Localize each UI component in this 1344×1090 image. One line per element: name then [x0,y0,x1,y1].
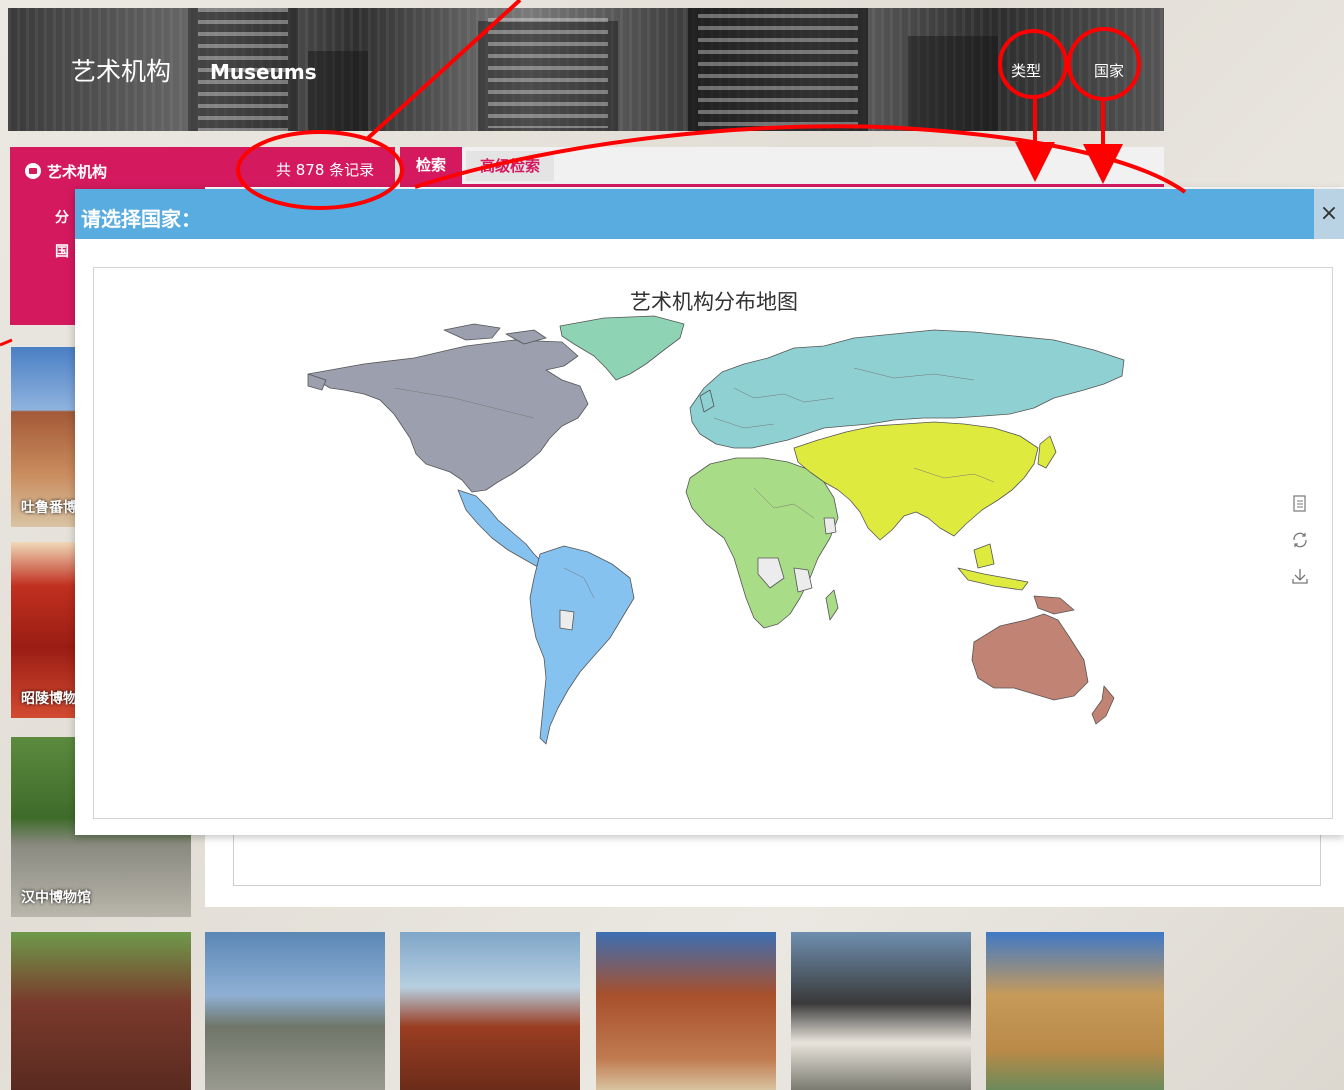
museum-thumbnail[interactable] [791,932,971,1090]
country-select-dialog: 请选择国家： × 艺术机构分布地图 [75,189,1344,835]
save-image-icon[interactable] [1290,567,1310,587]
map-region-new-guinea[interactable] [1033,595,1075,615]
map-region-greenland[interactable] [559,315,685,381]
map-region-se-asia-islands[interactable] [957,543,1029,591]
close-button[interactable]: × [1314,189,1344,239]
map-region-central-america[interactable] [457,489,543,567]
museum-name: 汉中博物馆 [21,890,91,906]
map-region-north-america[interactable] [307,339,589,493]
nav-country-link[interactable]: 国家 [1094,60,1124,81]
site-subtitle[interactable]: Museums [210,60,317,84]
map-toolbox [1290,495,1310,603]
category-panel-title: 艺术机构 [25,161,107,182]
data-view-icon[interactable] [1290,495,1310,515]
museum-thumbnail[interactable] [205,932,385,1090]
map-region-canada-islands[interactable] [443,323,547,345]
tab-search[interactable]: 检索 [400,147,462,184]
museum-icon [25,163,41,179]
map-region-japan[interactable] [1037,435,1057,469]
record-count: 共 878 条记录 [276,161,375,179]
search-tabs: 检索 高级检索 [400,147,1164,187]
site-title[interactable]: 艺术机构 [71,52,171,88]
museum-thumbnail[interactable] [400,932,580,1090]
category-title-text: 艺术机构 [47,163,108,181]
museum-name: 昭陵博物 [21,691,77,707]
map-region-new-zealand[interactable] [1091,685,1115,725]
dialog-header: 请选择国家： [75,189,1314,239]
map-region-australia[interactable] [971,613,1089,701]
filter-label-category: 分 [55,210,69,226]
map-region-africa[interactable] [685,457,839,629]
restore-icon[interactable] [1290,531,1310,551]
filter-label-country: 国 [55,244,69,260]
map-region-madagascar[interactable] [825,589,839,621]
museum-name: 吐鲁番博 [21,500,77,516]
dialog-title: 请选择国家： [81,207,201,231]
map-region-south-america[interactable] [529,545,635,745]
world-map [307,315,1125,745]
map-frame: 艺术机构分布地图 [93,267,1333,819]
museum-thumbnail[interactable] [11,932,191,1090]
tab-advanced-search[interactable]: 高级检索 [466,151,554,181]
nav-type-link[interactable]: 类型 [1011,60,1041,81]
museum-thumbnail[interactable] [986,932,1164,1090]
museum-thumbnail[interactable] [596,932,776,1090]
header-banner: 艺术机构 Museums 类型 国家 [8,8,1164,131]
